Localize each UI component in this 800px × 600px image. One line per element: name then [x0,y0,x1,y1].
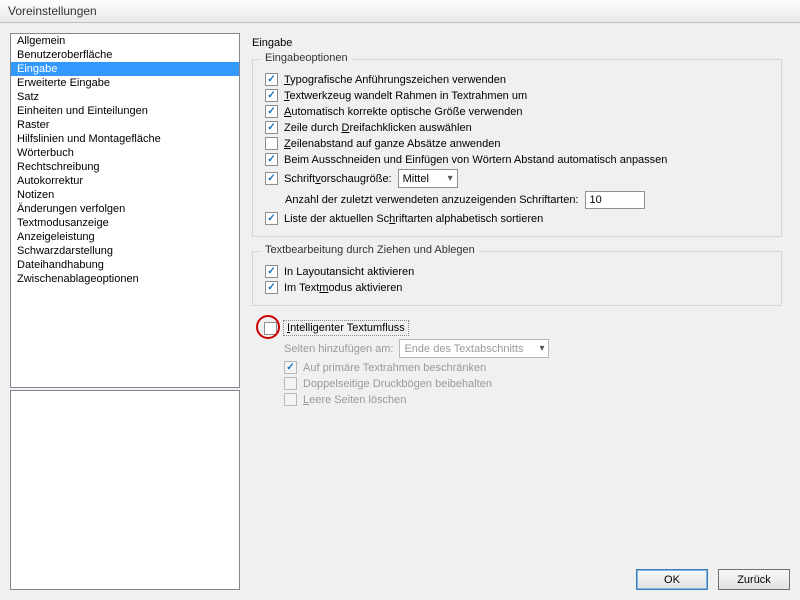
label-sort-fonts: Liste der aktuellen Schriftarten alphabe… [284,213,543,225]
drag-drop-legend: Textbearbeitung durch Ziehen und Ablegen [261,244,479,256]
label-triple-click: Zeile durch Dreifachklicken auswählen [284,122,472,134]
checkbox-typographic-quotes[interactable] [265,73,278,86]
checkbox-triple-click[interactable] [265,121,278,134]
label-smart-textflow: Intelligenter Textumfluss [283,320,409,336]
drag-drop-group: Textbearbeitung durch Ziehen und Ablegen… [252,251,782,306]
category-list[interactable]: AllgemeinBenutzeroberflächeEingabeErweit… [10,33,240,388]
label-delete-empty: Leere Seiten löschen [303,394,406,406]
select-add-pages: Ende des Textabschnitts [399,339,549,358]
smart-textflow-group: Intelligenter Textumfluss Seiten hinzufü… [252,320,782,406]
checkbox-restrict-primary [284,361,297,374]
label-font-preview: Schriftvorschaugröße: [284,173,392,185]
sidebar-item[interactable]: Textmodusanzeige [11,216,239,230]
page-title: Eingabe [252,37,790,49]
label-auto-optical: Automatisch korrekte optische Größe verw… [284,106,522,118]
label-typographic-quotes: Typografische Anführungszeichen verwende… [284,74,506,86]
sidebar-item[interactable]: Wörterbuch [11,146,239,160]
sidebar-item[interactable]: Notizen [11,188,239,202]
input-options-group: Eingabeoptionen Typografische Anführungs… [252,59,782,237]
label-recent-fonts: Anzahl der zuletzt verwendeten anzuzeige… [285,194,579,206]
sidebar-item[interactable]: Autokorrektur [11,174,239,188]
window-title: Voreinstellungen [0,0,800,23]
sidebar-item[interactable]: Schwarzdarstellung [11,244,239,258]
checkbox-delete-empty [284,393,297,406]
sidebar-item[interactable]: Satz [11,90,239,104]
checkbox-leading-paragraph[interactable] [265,137,278,150]
checkbox-smart-textflow[interactable] [264,322,277,335]
label-drag-textmode: Im Textmodus aktivieren [284,282,402,294]
select-font-preview-size[interactable]: Mittel [398,169,458,188]
sidebar-item[interactable]: Änderungen verfolgen [11,202,239,216]
input-options-legend: Eingabeoptionen [261,52,352,64]
sidebar-item[interactable]: Einheiten und Einteilungen [11,104,239,118]
label-double-spread: Doppelseitige Druckbögen beibehalten [303,378,492,390]
checkbox-cut-paste-spacing[interactable] [265,153,278,166]
label-cut-paste-spacing: Beim Ausschneiden und Einfügen von Wörte… [284,154,667,166]
input-recent-fonts[interactable]: 10 [585,191,645,209]
ok-button[interactable]: OK [636,569,708,590]
label-restrict-primary: Auf primäre Textrahmen beschränken [303,362,486,374]
checkbox-auto-optical[interactable] [265,105,278,118]
sidebar-item[interactable]: Allgemein [11,34,239,48]
sidebar-item[interactable]: Dateihandhabung [11,258,239,272]
preview-box [10,390,240,590]
checkbox-drag-textmode[interactable] [265,281,278,294]
sidebar-item[interactable]: Hilfslinien und Montagefläche [11,132,239,146]
back-button[interactable]: Zurück [718,569,790,590]
sidebar-item[interactable]: Zwischenablageoptionen [11,272,239,286]
checkbox-textwerkzeug[interactable] [265,89,278,102]
sidebar-item[interactable]: Erweiterte Eingabe [11,76,239,90]
sidebar-item[interactable]: Raster [11,118,239,132]
label-textwerkzeug: Textwerkzeug wandelt Rahmen in Textrahme… [284,90,527,102]
sidebar-item[interactable]: Eingabe [11,62,239,76]
checkbox-double-spread [284,377,297,390]
label-leading-paragraph: Zeilenabstand auf ganze Absätze anwenden [284,138,501,150]
sidebar-item[interactable]: Benutzeroberfläche [11,48,239,62]
label-add-pages: Seiten hinzufügen am: [284,343,393,355]
checkbox-drag-layout[interactable] [265,265,278,278]
label-drag-layout: In Layoutansicht aktivieren [284,266,414,278]
checkbox-font-preview[interactable] [265,172,278,185]
checkbox-sort-fonts[interactable] [265,212,278,225]
sidebar-item[interactable]: Anzeigeleistung [11,230,239,244]
sidebar-item[interactable]: Rechtschreibung [11,160,239,174]
